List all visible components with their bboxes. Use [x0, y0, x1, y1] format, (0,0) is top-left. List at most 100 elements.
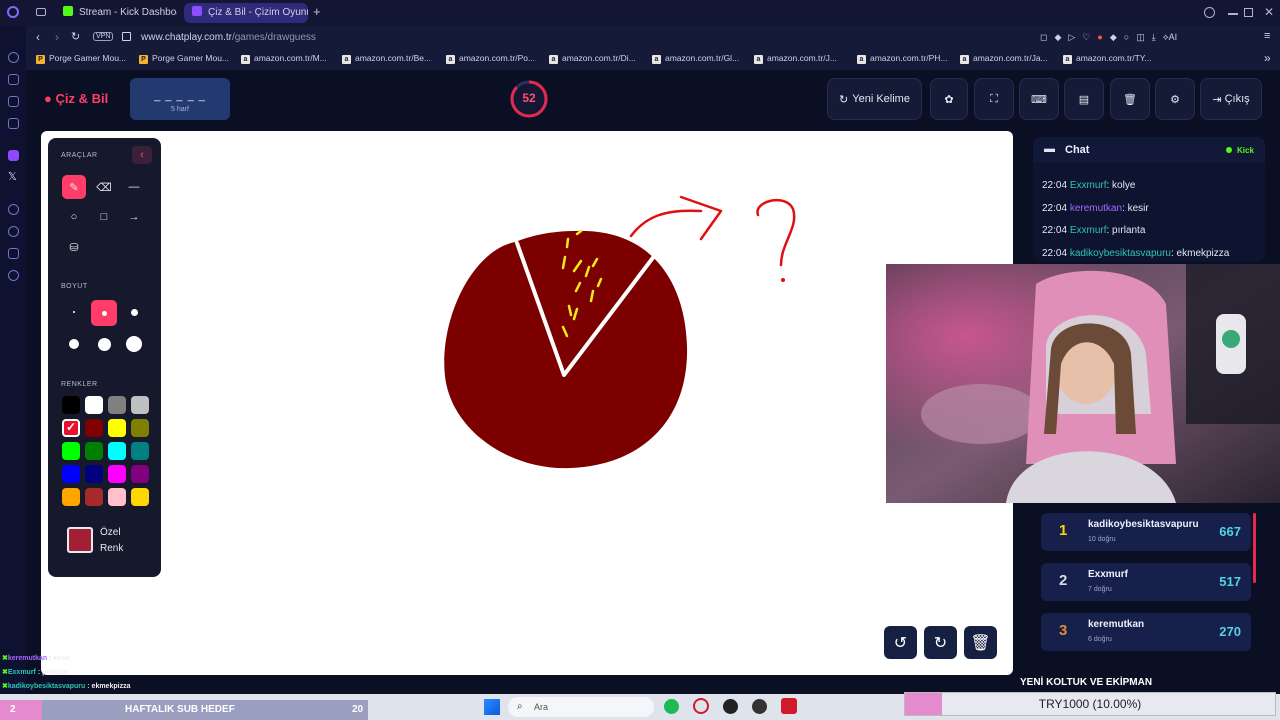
download-icon[interactable]: ⤓ [1152, 32, 1163, 42]
delete-button[interactable]: 🗑 [964, 626, 997, 659]
bookmark-item[interactable]: a amazon.com.tr/M... [241, 53, 327, 64]
back-icon[interactable]: ‹ [36, 30, 40, 44]
color-swatch[interactable] [131, 442, 149, 460]
color-swatch[interactable] [85, 442, 103, 460]
workspaces-icon[interactable] [36, 8, 46, 16]
close-window-icon[interactable]: ✕ [1264, 5, 1274, 19]
windows-start-icon[interactable] [484, 699, 500, 715]
bookmark-item[interactable]: a amazon.com.tr/Gl... [652, 53, 739, 64]
bookmark-item[interactable]: a amazon.com.tr/Po... [446, 53, 535, 64]
color-swatch[interactable] [62, 488, 80, 506]
settings-button[interactable]: ⚙ [1155, 78, 1195, 120]
archive-button[interactable]: ▤ [1064, 78, 1104, 120]
search-tabs-icon[interactable] [1204, 7, 1215, 18]
color-swatch[interactable] [85, 465, 103, 483]
color-swatch[interactable]: ✓ [62, 419, 80, 437]
sidebar-player-icon[interactable] [8, 204, 19, 215]
size-option-3[interactable] [122, 300, 146, 324]
color-swatch[interactable] [62, 396, 80, 414]
color-swatch[interactable] [108, 465, 126, 483]
bookmark-item[interactable]: a amazon.com.tr/J... [754, 53, 837, 64]
vpn-badge[interactable]: VPN [93, 32, 114, 41]
eraser-tool[interactable]: ⌫ [92, 175, 116, 199]
circle-tool[interactable]: ○ [62, 205, 86, 229]
opera-icon[interactable] [693, 698, 709, 714]
rectangle-tool[interactable]: □ [92, 205, 116, 229]
bookmark-item[interactable]: a amazon.com.tr/Ja... [960, 53, 1048, 64]
color-swatch[interactable] [85, 488, 103, 506]
heart-icon[interactable]: ♡ [1082, 32, 1097, 42]
taskbar-search[interactable]: ⌕ Ara [508, 697, 654, 717]
twitch-icon[interactable] [8, 150, 19, 161]
custom-color-label[interactable]: Özel Renk [100, 525, 123, 557]
size-option-4[interactable] [62, 332, 86, 356]
app-icon[interactable] [752, 699, 767, 714]
play-icon[interactable]: ▷ [1068, 32, 1082, 42]
url-text[interactable]: www.chatplay.com.tr/games/drawguess [141, 32, 316, 43]
sidebar-aria-icon[interactable] [8, 52, 19, 63]
undo-button[interactable]: ↺ [884, 626, 917, 659]
puzzle-icon[interactable]: ◫ [1136, 32, 1152, 42]
sidebar-mail-icon[interactable] [8, 118, 19, 129]
bookmarks-more-button[interactable]: » [1264, 51, 1271, 65]
opera-logo-icon[interactable] [7, 6, 19, 18]
sidebar-bulb-icon[interactable] [8, 248, 19, 259]
sidebar-settings-icon[interactable] [8, 270, 19, 281]
sidebar-extensions-icon[interactable] [8, 74, 19, 85]
bookmark-icon[interactable]: ◻ [1040, 32, 1054, 42]
keyboard-button[interactable]: ⌨ [1019, 78, 1059, 120]
obs-icon[interactable] [723, 699, 738, 714]
clear-button[interactable]: 🗑 [1110, 78, 1150, 120]
forward-icon[interactable]: › [55, 30, 59, 44]
color-swatch[interactable] [131, 396, 149, 414]
color-swatch[interactable] [108, 419, 126, 437]
extension-icon[interactable]: ○ [1124, 32, 1136, 42]
sidebar-messenger-icon[interactable] [8, 96, 19, 107]
menu-icon[interactable]: ≡ [1264, 30, 1270, 42]
line-tool[interactable]: — [122, 175, 146, 199]
color-swatch[interactable] [85, 419, 103, 437]
drawing-canvas[interactable] [41, 131, 1013, 675]
tab-kick-dashboard[interactable]: Stream - Kick Dashboard [55, 3, 177, 23]
color-swatch[interactable] [85, 396, 103, 414]
color-swatch[interactable] [131, 488, 149, 506]
spotify-icon[interactable] [664, 699, 679, 714]
brush-tool[interactable]: ✎ [62, 175, 86, 199]
new-tab-button[interactable]: + [313, 4, 321, 19]
x-icon[interactable]: 𝕏 [8, 170, 17, 183]
size-option-6[interactable] [122, 332, 146, 356]
bookmark-item[interactable]: P Porge Gamer Mou... [139, 53, 229, 64]
extension-icon[interactable]: ◆ [1110, 32, 1124, 42]
exit-button[interactable]: ⇥ Çıkış [1200, 78, 1262, 120]
color-swatch[interactable] [108, 488, 126, 506]
palette-button[interactable]: ✿ [930, 78, 968, 120]
reload-icon[interactable]: ↻ [71, 30, 80, 43]
extension-icon[interactable]: ● [1097, 32, 1109, 42]
leaderboard-scrollbar[interactable] [1253, 513, 1256, 583]
fullscreen-button[interactable]: ⛶ [974, 78, 1014, 120]
collapse-tools-button[interactable]: ‹ [132, 146, 152, 164]
fill-tool[interactable]: ⛁ [62, 235, 86, 259]
tab-ciz-bil[interactable]: Çiz & Bil - Çizim Oyunu [184, 3, 308, 23]
color-swatch[interactable] [62, 442, 80, 460]
bookmark-item[interactable]: a amazon.com.tr/TY... [1063, 53, 1151, 64]
ai-label[interactable]: AI [1169, 32, 1178, 42]
bookmark-item[interactable]: a amazon.com.tr/Be... [342, 53, 431, 64]
maximize-icon[interactable] [1244, 8, 1253, 17]
arrow-tool[interactable]: → [122, 205, 146, 229]
custom-color-swatch[interactable] [67, 527, 93, 553]
app-icon[interactable] [781, 698, 797, 714]
color-swatch[interactable] [131, 465, 149, 483]
size-option-1[interactable] [62, 300, 86, 324]
size-option-2[interactable] [91, 300, 117, 326]
redo-button[interactable]: ↻ [924, 626, 957, 659]
bookmark-item[interactable]: a amazon.com.tr/PH... [857, 53, 947, 64]
color-swatch[interactable] [131, 419, 149, 437]
color-swatch[interactable] [108, 396, 126, 414]
minimize-icon[interactable] [1228, 13, 1238, 15]
size-option-5[interactable] [92, 332, 116, 356]
color-swatch[interactable] [62, 465, 80, 483]
color-swatch[interactable] [108, 442, 126, 460]
new-word-button[interactable]: ↻ Yeni Kelime [827, 78, 922, 120]
shield-icon[interactable]: ◆ [1054, 32, 1068, 42]
